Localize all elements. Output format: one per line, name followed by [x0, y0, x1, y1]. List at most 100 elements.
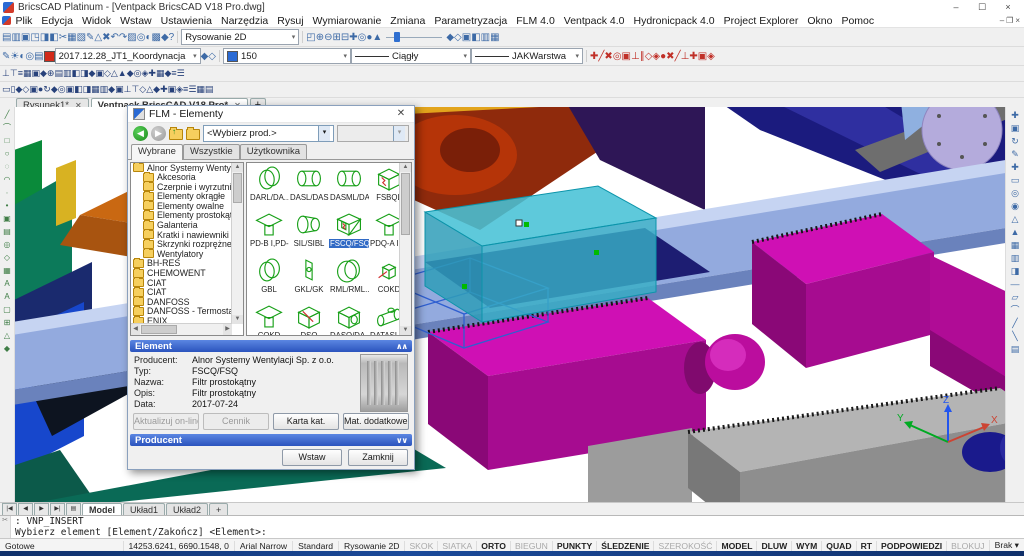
product-item-gbl[interactable]: GBL [249, 257, 289, 303]
block-icon[interactable]: ▢ [1, 304, 14, 316]
snap-node-icon[interactable]: ▣ [622, 51, 631, 62]
background-icon[interactable]: ▥ [481, 32, 490, 43]
menu-item[interactable]: FLM 4.0 [512, 15, 560, 27]
grip-point[interactable] [462, 284, 467, 289]
mtext-icon[interactable]: A [1, 291, 14, 303]
polygon-icon[interactable]: ◇ [1, 252, 14, 264]
measure-icon[interactable]: ╱ [1009, 317, 1022, 329]
line-icon[interactable]: ╱ [1, 109, 14, 121]
product-item-darl-da-[interactable]: DARL/DA... [249, 165, 289, 211]
table-icon[interactable]: ▦ [1, 265, 14, 277]
copy-icon[interactable]: ▦ [67, 32, 76, 43]
vp-box-icon[interactable]: ▲ [118, 68, 127, 78]
layer-previous-icon[interactable]: ◇ [208, 51, 216, 62]
pan-icon[interactable]: ✚ [349, 32, 357, 43]
text-icon[interactable]: A [1, 278, 14, 290]
dist-icon[interactable]: ╲ [1009, 330, 1022, 342]
command-prompt-line[interactable]: Wybierz element [Element/Zakończ] <Eleme… [15, 527, 267, 538]
circle-tool-icon[interactable]: ◎ [1009, 187, 1022, 199]
menu-item[interactable]: Narzędzia [216, 15, 272, 27]
status-toggle-podpowiedzi[interactable]: PODPOWIEDZI [876, 541, 946, 551]
secondary-dropdown[interactable]: ▾ [337, 125, 409, 142]
layer-plot-icon[interactable]: ▤ [34, 51, 43, 62]
vp-grille-icon[interactable]: ◇ [104, 68, 111, 78]
trim-icon[interactable]: ▥ [1009, 252, 1022, 264]
materials-icon[interactable]: ▣ [462, 32, 471, 43]
element-section-header[interactable]: Element ∧∧ [130, 340, 412, 352]
layer-lock-icon[interactable]: ◎ [25, 51, 34, 62]
product-item-rml-rml-[interactable]: RML/RML... [329, 257, 369, 303]
status-toggle-siatka[interactable]: SIATKA [437, 541, 476, 551]
dialog-title-bar[interactable]: FLM - Elementy ✕ [128, 106, 414, 123]
menu-item[interactable]: Wymiarowanie [308, 15, 386, 27]
status-toggle-szerokość[interactable]: SZEROKOŚĆ [653, 541, 716, 551]
status-toggle-śledzenie[interactable]: ŚLEDZENIE [596, 541, 653, 551]
mdi-minimize-button[interactable]: – [1000, 16, 1004, 25]
matchprop-icon[interactable]: ✎ [1009, 148, 1022, 160]
status-workspace[interactable]: Rysowanie 2D [338, 541, 404, 551]
chamfer-icon[interactable]: ⌒ [1009, 304, 1022, 316]
circle-icon[interactable]: ○ [1, 148, 14, 160]
product-item-pd-b-i-pd-[interactable]: PD-B I,PD-... [249, 211, 289, 257]
undo-icon[interactable]: ↶ [111, 32, 119, 43]
solid-icon[interactable]: ◆ [1, 343, 14, 355]
vp-coil-icon[interactable]: ▣ [115, 84, 124, 94]
zoom-in-icon[interactable]: ⊕ [316, 32, 324, 43]
vp-pipe-icon[interactable]: ◎ [58, 84, 66, 94]
status-toggle-biegun[interactable]: BIEGUN [510, 541, 552, 551]
layer-dropdown[interactable]: 2017.12.28_JT1_Koordynacja▾ [55, 48, 201, 64]
esnap-settings-icon[interactable]: ✚ [689, 51, 697, 62]
status-lock[interactable]: Brak ▾ [989, 540, 1024, 551]
layers-icon[interactable]: ▨ [127, 32, 136, 43]
vp-valve-icon[interactable]: ◧ [74, 84, 83, 94]
settings-icon[interactable]: ▦ [490, 32, 499, 43]
lineweight-dropdown[interactable]: JAKWarstwa▾ [471, 48, 583, 64]
tree-horizontal-scrollbar[interactable]: ◀▶ [131, 323, 232, 335]
forward-button[interactable]: ▶ [151, 126, 166, 141]
producer-section-header[interactable]: Producent ∨∨ [130, 434, 412, 446]
snap-perp-icon[interactable]: ⊥ [631, 51, 640, 62]
wedge-icon[interactable]: △ [1, 330, 14, 342]
product-item-sil-sibl[interactable]: SIL/SIBL [289, 211, 329, 257]
zoom-slider[interactable] [386, 31, 442, 43]
linetype-dropdown[interactable]: Ciągły▾ [351, 48, 471, 64]
properties-icon[interactable]: △ [94, 32, 102, 43]
close-button[interactable]: × [995, 0, 1021, 14]
status-toggle-blokuj[interactable]: BLOKUJ [946, 541, 988, 551]
vp-equip-icon[interactable]: ▦ [91, 84, 100, 94]
donut-icon[interactable]: ◉ [1009, 200, 1022, 212]
status-coordinates[interactable]: 14253.6241, 6690.1548, 0 [123, 541, 234, 551]
status-toggle-rt[interactable]: RT [856, 541, 876, 551]
vp-solid-icon[interactable]: ▣ [29, 84, 38, 94]
status-toggle-wym[interactable]: WYM [791, 541, 821, 551]
menu-item[interactable]: Parametryzacja [430, 15, 512, 27]
zoom-window-icon[interactable]: ⊞ [332, 32, 340, 43]
grip-point[interactable] [594, 250, 599, 255]
status-toggle-quad[interactable]: QUAD [821, 541, 855, 551]
dialog-tab-wybrane[interactable]: Wybrane [131, 144, 183, 160]
paste-icon[interactable]: ▧ [77, 32, 86, 43]
menu-item[interactable]: Edycja [37, 15, 78, 27]
tree-item[interactable]: DANFOSS - Termostaty g [131, 307, 232, 317]
minimize-button[interactable]: – [943, 0, 969, 14]
vp-bom-icon[interactable]: ☰ [177, 68, 185, 78]
vp-tool-icon[interactable]: ⊤ [10, 68, 18, 78]
tree-item[interactable]: CHEMOWENT [131, 268, 232, 278]
extend-icon[interactable]: ◨ [1009, 265, 1022, 277]
vp-tag-icon[interactable]: ◈ [176, 84, 183, 94]
layer-on-icon[interactable]: ☀ [10, 51, 19, 62]
status-toggle-punkty[interactable]: PUNKTY [552, 541, 596, 551]
product-item-dasml-da-[interactable]: DASML/DA... [329, 165, 369, 211]
tree-item[interactable]: DANFOSS [131, 297, 232, 307]
tree-item[interactable]: CIAT [131, 278, 232, 288]
multipoint-icon[interactable]: • [1, 200, 14, 212]
scale-icon[interactable]: ▭ [1009, 174, 1022, 186]
flm-elements-dialog[interactable]: FLM - Elementy ✕ ◀ ▶ ↑ <Wybierz prod.>▾ … [127, 105, 415, 470]
vp-duct-icon[interactable]: ▣ [31, 68, 40, 78]
explode-icon[interactable]: ▦ [1009, 239, 1022, 251]
status-toggle-model[interactable]: MODEL [716, 541, 756, 551]
sheetset-icon[interactable]: ◳ [30, 32, 39, 43]
maximize-button[interactable]: ☐ [969, 0, 995, 14]
mdi-close-button[interactable]: × [1015, 16, 1020, 25]
print-icon[interactable]: ◧ [49, 32, 58, 43]
